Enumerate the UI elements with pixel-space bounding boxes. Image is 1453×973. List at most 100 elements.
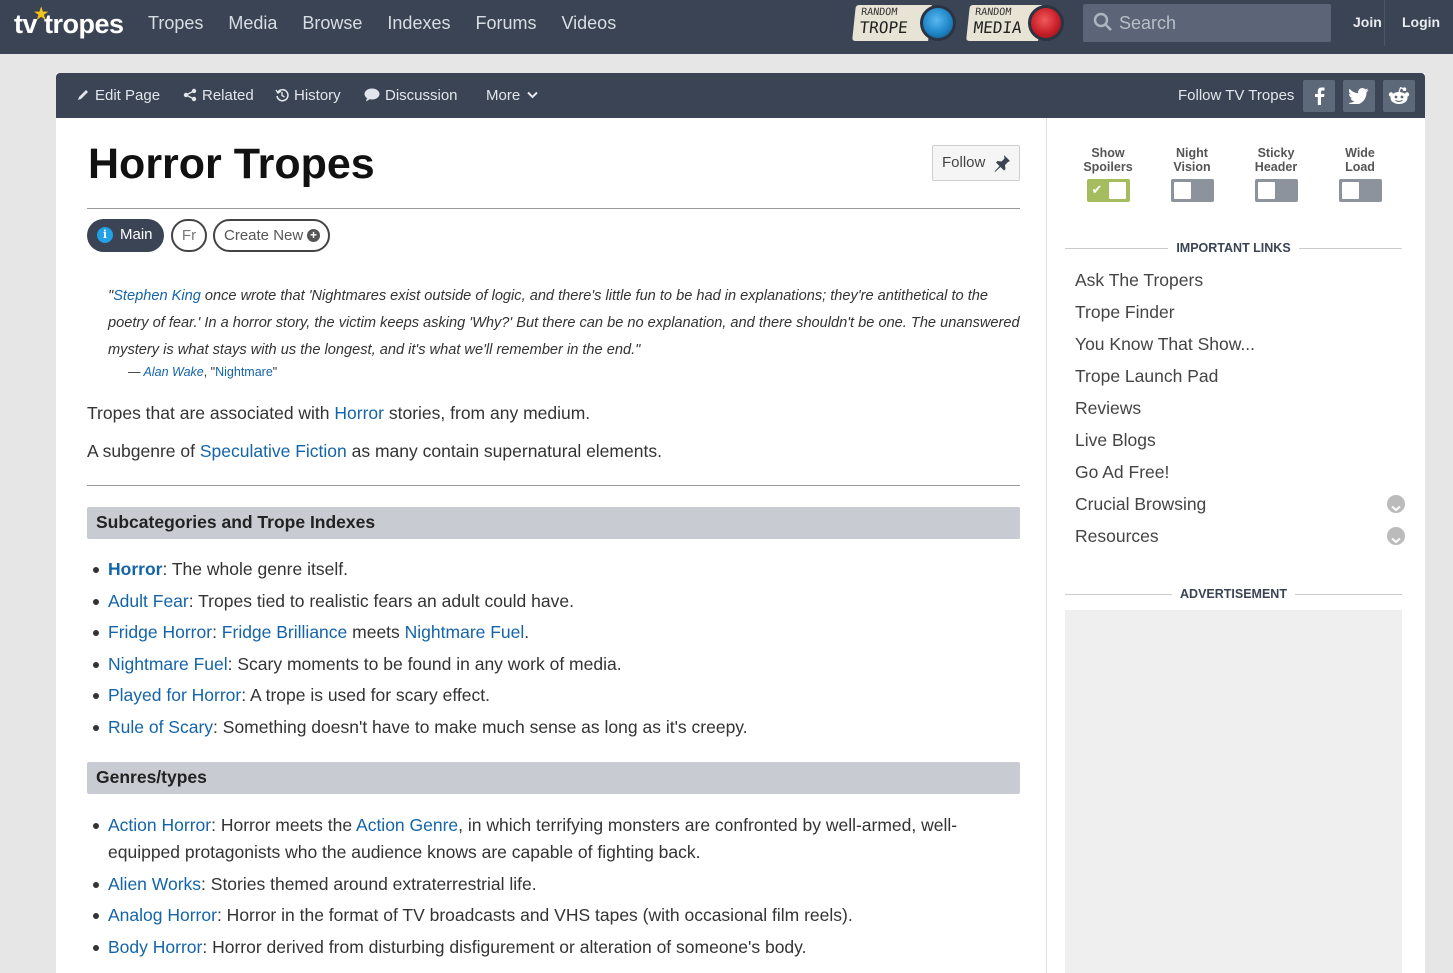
genre-list: Action Horror: Horror meets the Action G…	[93, 812, 998, 965]
red-orb-icon	[1028, 5, 1064, 41]
join-link[interactable]: Join	[1353, 0, 1382, 46]
history-button[interactable]: History	[275, 73, 341, 118]
list-item: Horror: The whole genre itself.	[93, 556, 998, 583]
quote-attribution: — Alan Wake, "Nightmare"	[128, 365, 278, 379]
trope-link[interactable]: Body Horror	[108, 937, 202, 957]
search-box	[1083, 4, 1331, 42]
list-item: Body Horror: Horror derived from disturb…	[93, 934, 998, 961]
speech-bubble-icon	[364, 88, 380, 102]
trope-link[interactable]: Action Genre	[356, 815, 458, 835]
trope-link[interactable]: Nightmare Fuel	[108, 654, 228, 674]
nav-indexes[interactable]: Indexes	[387, 0, 450, 54]
alan-wake-link[interactable]: Alan Wake	[144, 365, 204, 379]
more-dropdown[interactable]: More	[486, 73, 539, 118]
trope-link[interactable]: Alien Works	[108, 874, 201, 894]
subgenre-paragraph: A subgenre of Speculative Fiction as man…	[87, 441, 662, 461]
trope-link[interactable]: Fridge Horror	[108, 622, 212, 642]
search-input[interactable]	[1119, 4, 1324, 42]
night-vision-toggle-group: Night Vision	[1162, 146, 1222, 202]
page-container: Edit Page Related History Discussion Mor…	[56, 73, 1425, 973]
list-item: Played for Horror: A trope is used for s…	[93, 682, 998, 709]
random-trope-button[interactable]: RANDOM TROPE	[852, 5, 956, 41]
section-header-genres[interactable]: Genres/types	[87, 762, 1020, 794]
horror-link[interactable]: Horror	[334, 403, 384, 423]
follow-button[interactable]: Follow	[932, 145, 1020, 181]
intro-paragraph: Tropes that are associated with Horror s…	[87, 403, 591, 423]
wide-load-toggle[interactable]	[1338, 179, 1382, 202]
list-item: Analog Horror: Horror in the format of T…	[93, 902, 998, 929]
top-nav: tv tropes ★ Tropes Media Browse Indexes …	[0, 0, 1453, 54]
show-spoilers-toggle[interactable]: ✔	[1086, 179, 1130, 202]
trope-link[interactable]: Played for Horror	[108, 685, 241, 705]
sidebar-link-ask-the-tropers[interactable]: Ask The Tropers	[1075, 264, 1405, 296]
list-item: Nightmare Fuel: Scary moments to be foun…	[93, 651, 998, 678]
facebook-icon[interactable]	[1303, 80, 1335, 112]
reddit-icon[interactable]	[1383, 80, 1415, 112]
page-toolbar: Edit Page Related History Discussion Mor…	[56, 73, 1425, 118]
title-divider	[87, 208, 1020, 209]
checkmark-icon: ✔	[1091, 182, 1103, 197]
stephen-king-link[interactable]: Stephen King	[113, 288, 201, 304]
sidebar-link-trope-finder[interactable]: Trope Finder	[1075, 296, 1405, 328]
list-item: Rule of Scary: Something doesn't have to…	[93, 714, 998, 741]
info-icon: i	[97, 227, 113, 243]
content-divider	[87, 485, 1020, 486]
trope-link[interactable]: Analog Horror	[108, 905, 217, 925]
nav-divider	[1384, 0, 1385, 46]
trope-link[interactable]: Nightmare Fuel	[405, 622, 525, 642]
nav-media[interactable]: Media	[228, 0, 277, 54]
logo-text: tv tropes	[14, 9, 124, 39]
sticky-header-toggle[interactable]	[1254, 179, 1298, 202]
section-header-subcategories[interactable]: Subcategories and Trope Indexes	[87, 507, 1020, 539]
page-quote: "Stephen King once wrote that 'Nightmare…	[108, 288, 1020, 358]
discussion-button[interactable]: Discussion	[364, 73, 458, 118]
random-media-button[interactable]: RANDOM MEDIA	[966, 5, 1066, 41]
follow-tv-tropes-label: Follow TV Tropes	[1178, 87, 1295, 104]
wide-load-toggle-group: Wide Load	[1330, 146, 1390, 202]
related-button[interactable]: Related	[183, 73, 254, 118]
chevron-down-icon[interactable]	[1387, 527, 1405, 545]
logo-star-icon: ★	[34, 6, 48, 23]
sidebar-link-you-know-that-show[interactable]: You Know That Show...	[1075, 328, 1405, 360]
sidebar-link-reviews[interactable]: Reviews	[1075, 392, 1405, 424]
sidebar-link-go-ad-free[interactable]: Go Ad Free!	[1075, 456, 1405, 488]
create-new-button[interactable]: Create New +	[213, 219, 330, 252]
twitter-icon[interactable]	[1343, 80, 1375, 112]
edit-page-button[interactable]: Edit Page	[76, 73, 160, 118]
plus-circle-icon: +	[307, 229, 320, 242]
pencil-icon	[78, 89, 88, 100]
nav-forums[interactable]: Forums	[475, 0, 536, 54]
trope-link[interactable]: Rule of Scary	[108, 717, 213, 737]
chevron-down-icon	[527, 91, 539, 98]
main-nav: Tropes Media Browse Indexes Forums Video…	[148, 0, 641, 54]
trope-link[interactable]: Action Horror	[108, 815, 211, 835]
show-spoilers-toggle-group: Show Spoilers ✔	[1078, 146, 1138, 202]
site-logo[interactable]: tv tropes ★	[14, 6, 124, 40]
tab-fr[interactable]: Fr	[171, 219, 207, 252]
login-link[interactable]: Login	[1402, 0, 1440, 46]
trope-link[interactable]: Adult Fear	[108, 591, 189, 611]
sidebar: Show Spoilers ✔ Night Vision Sticky Head…	[1046, 118, 1425, 973]
chevron-down-icon[interactable]	[1387, 495, 1405, 513]
pushpin-icon	[994, 155, 1010, 172]
list-item: Alien Works: Stories themed around extra…	[93, 871, 998, 898]
advertisement-heading: ADVERTISEMENT	[1065, 587, 1402, 603]
history-icon	[275, 88, 289, 102]
night-vision-toggle[interactable]	[1170, 179, 1214, 202]
nightmare-link[interactable]: Nightmare	[215, 365, 273, 379]
sidebar-link-trope-launch-pad[interactable]: Trope Launch Pad	[1075, 360, 1405, 392]
list-item: Action Horror: Horror meets the Action G…	[93, 812, 998, 866]
speculative-fiction-link[interactable]: Speculative Fiction	[200, 441, 347, 461]
list-item: Fridge Horror: Fridge Brilliance meets N…	[93, 619, 998, 646]
sidebar-link-live-blogs[interactable]: Live Blogs	[1075, 424, 1405, 456]
nav-videos[interactable]: Videos	[561, 0, 616, 54]
nav-tropes[interactable]: Tropes	[148, 0, 203, 54]
sidebar-crucial-browsing[interactable]: Crucial Browsing	[1075, 488, 1405, 520]
trope-link[interactable]: Horror	[108, 559, 162, 579]
page-title: Horror Tropes	[88, 140, 375, 188]
nav-browse[interactable]: Browse	[302, 0, 362, 54]
sidebar-resources[interactable]: Resources	[1075, 520, 1405, 552]
tab-main[interactable]: i Main	[87, 219, 164, 252]
trope-link[interactable]: Fridge Brilliance	[222, 622, 347, 642]
advertisement-slot	[1065, 610, 1402, 973]
